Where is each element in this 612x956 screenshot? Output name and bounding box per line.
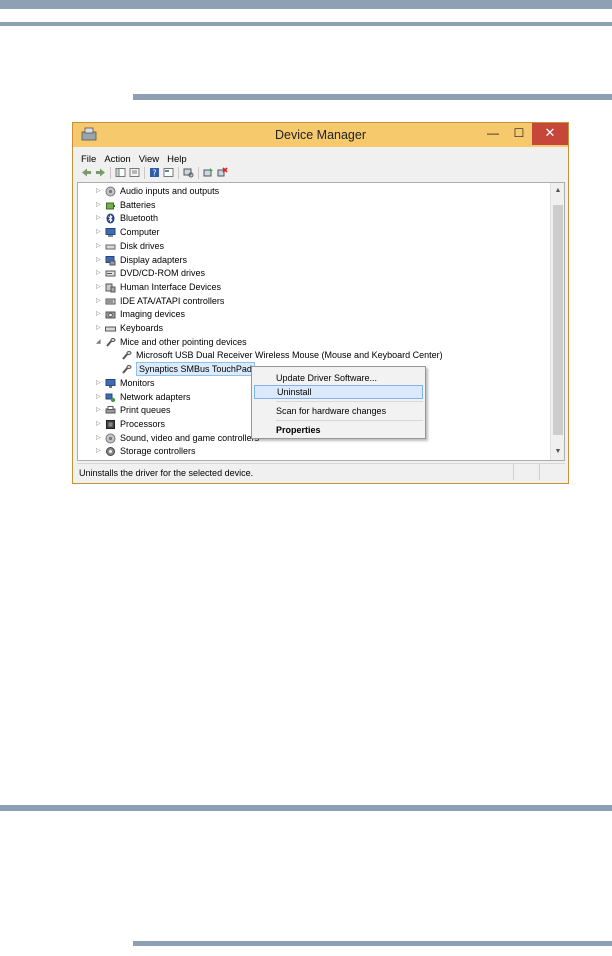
- expand-arrow-icon[interactable]: ▷: [96, 308, 104, 321]
- scrollbar-thumb[interactable]: [553, 205, 563, 435]
- toolbar-separator: [144, 167, 145, 179]
- help-icon[interactable]: ?: [149, 167, 160, 178]
- expand-arrow-icon[interactable]: ▷: [96, 322, 104, 335]
- keyboard-icon: [105, 326, 116, 332]
- menu-separator: [276, 401, 423, 402]
- speaker-icon: [105, 186, 116, 197]
- dvd-drive-icon: [105, 270, 116, 277]
- expand-arrow-icon[interactable]: ▷: [96, 404, 104, 417]
- status-bar: Uninstalls the driver for the selected d…: [77, 463, 565, 481]
- menu-item-update-driver[interactable]: Update Driver Software...: [254, 371, 423, 385]
- uninstall-icon[interactable]: [217, 167, 228, 178]
- back-arrow-icon[interactable]: [81, 167, 92, 178]
- close-button[interactable]: ✕: [532, 123, 568, 145]
- properties-icon[interactable]: [129, 167, 140, 178]
- menu-item-scan-hardware[interactable]: Scan for hardware changes: [254, 404, 423, 418]
- mouse-icon: [122, 365, 132, 374]
- speaker-icon: [105, 433, 116, 444]
- toolbar-separator: [178, 167, 179, 179]
- monitor-icon: [105, 378, 116, 388]
- mouse-icon: [106, 337, 116, 347]
- scan-hardware-icon[interactable]: [183, 167, 194, 178]
- top-rule-thin: [0, 22, 612, 26]
- menu-separator: [276, 420, 423, 421]
- expand-arrow-icon[interactable]: ▷: [96, 281, 104, 294]
- storage-controller-icon: [106, 447, 115, 457]
- expand-arrow-icon[interactable]: ▷: [96, 240, 104, 253]
- camera-icon: [105, 311, 116, 319]
- menu-item-uninstall[interactable]: Uninstall: [254, 385, 423, 399]
- update-driver-icon[interactable]: [203, 167, 214, 178]
- svg-text:?: ?: [152, 169, 156, 178]
- collapse-arrow-icon[interactable]: ◢: [96, 336, 104, 349]
- toolbar-separator: [198, 167, 199, 179]
- expand-arrow-icon[interactable]: ▷: [96, 185, 104, 198]
- expand-arrow-icon[interactable]: ▷: [96, 445, 104, 458]
- expand-arrow-icon[interactable]: ▷: [96, 295, 104, 308]
- expand-arrow-icon[interactable]: ▷: [96, 212, 104, 225]
- vertical-scrollbar[interactable]: ▲ ▼: [550, 183, 564, 460]
- minimize-button[interactable]: —: [481, 123, 505, 145]
- context-menu: Update Driver Software... Uninstall Scan…: [251, 366, 426, 439]
- scroll-up-arrow-icon[interactable]: ▲: [553, 186, 563, 196]
- expand-arrow-icon[interactable]: ▷: [96, 418, 104, 431]
- maximize-button[interactable]: ☐: [507, 123, 531, 145]
- expand-arrow-icon[interactable]: ▷: [96, 267, 104, 280]
- disk-drive-icon: [105, 244, 116, 250]
- ide-controller-icon: [105, 298, 116, 305]
- toolbar: ?: [79, 165, 559, 181]
- processor-icon: [106, 419, 115, 429]
- toolbar-separator: [110, 167, 111, 179]
- mouse-icon: [122, 351, 132, 361]
- status-divider: [539, 464, 540, 480]
- section-rule: [133, 94, 612, 100]
- bottom-rule: [133, 941, 612, 946]
- menu-item-properties[interactable]: Properties: [254, 423, 423, 437]
- expand-arrow-icon[interactable]: ▷: [96, 254, 104, 267]
- expand-arrow-icon[interactable]: ▷: [96, 432, 104, 445]
- bluetooth-icon: [106, 213, 115, 224]
- section-rule-bottom: [0, 805, 612, 811]
- printer-icon: [105, 406, 116, 414]
- title-bar[interactable]: Device Manager — ☐ ✕: [73, 123, 568, 147]
- expand-arrow-icon[interactable]: ▷: [96, 391, 104, 404]
- display-adapter-icon: [105, 255, 116, 265]
- status-divider: [513, 464, 514, 480]
- network-icon: [105, 393, 116, 402]
- computer-icon: [105, 228, 116, 238]
- battery-icon: [106, 202, 115, 210]
- expand-arrow-icon[interactable]: ▷: [96, 377, 104, 390]
- view-icon[interactable]: [163, 167, 174, 178]
- hid-icon: [105, 283, 116, 293]
- show-hide-console-tree-icon[interactable]: [115, 167, 126, 178]
- scroll-down-arrow-icon[interactable]: ▼: [553, 447, 563, 457]
- device-manager-window: Device Manager — ☐ ✕ File Action View Help …: [72, 122, 569, 484]
- top-rule: [0, 0, 612, 9]
- menu-bar: File Action View Help: [77, 149, 191, 165]
- expand-arrow-icon[interactable]: ▷: [96, 226, 104, 239]
- forward-arrow-icon[interactable]: [95, 167, 106, 178]
- expand-arrow-icon[interactable]: ▷: [96, 199, 104, 212]
